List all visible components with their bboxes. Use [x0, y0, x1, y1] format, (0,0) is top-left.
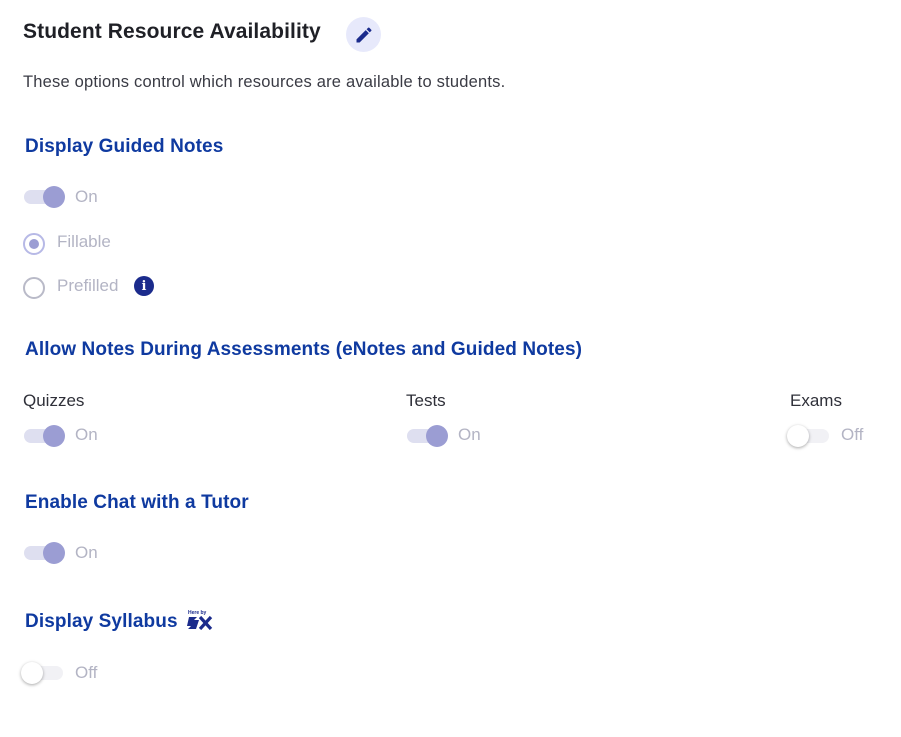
toggle-thumb [787, 425, 809, 447]
page-description: These options control which resources ar… [23, 73, 506, 91]
syllabus-toggle-label: Off [75, 663, 98, 682]
quizzes-toggle-label: On [75, 425, 98, 444]
page-title: Student Resource Availability [23, 20, 321, 43]
guided-notes-toggle[interactable] [24, 185, 66, 209]
prefilled-radio[interactable] [23, 277, 45, 299]
toggle-thumb [21, 662, 43, 684]
syllabus-toggle[interactable] [21, 661, 65, 685]
prefilled-label: Prefilled [57, 276, 119, 295]
fillable-radio[interactable] [23, 233, 45, 255]
sx-brand-icon: Here by [187, 608, 213, 631]
quizzes-label: Quizzes [23, 391, 85, 410]
quizzes-toggle[interactable] [24, 424, 66, 448]
toggle-thumb [43, 542, 65, 564]
pencil-icon [356, 26, 372, 42]
svg-text:Here by: Here by [188, 610, 207, 616]
exams-label: Exams [790, 391, 842, 410]
edit-button[interactable] [346, 17, 381, 52]
toggle-thumb [43, 186, 65, 208]
guided-notes-title: Display Guided Notes [25, 136, 224, 157]
toggle-thumb [426, 425, 448, 447]
exams-toggle[interactable] [787, 424, 831, 448]
exams-toggle-label: Off [841, 425, 864, 444]
tests-toggle[interactable] [407, 424, 449, 448]
toggle-thumb [43, 425, 65, 447]
tutor-chat-toggle-label: On [75, 543, 98, 562]
assessment-notes-title: Allow Notes During Assessments (eNotes a… [25, 339, 583, 360]
tutor-chat-title: Enable Chat with a Tutor [25, 492, 249, 513]
syllabus-title: Display Syllabus [25, 611, 178, 632]
tests-label: Tests [406, 391, 446, 410]
tutor-chat-toggle[interactable] [24, 541, 66, 565]
tests-toggle-label: On [458, 425, 481, 444]
fillable-label: Fillable [57, 232, 111, 251]
info-icon[interactable]: i [134, 276, 154, 296]
guided-notes-toggle-label: On [75, 187, 98, 206]
